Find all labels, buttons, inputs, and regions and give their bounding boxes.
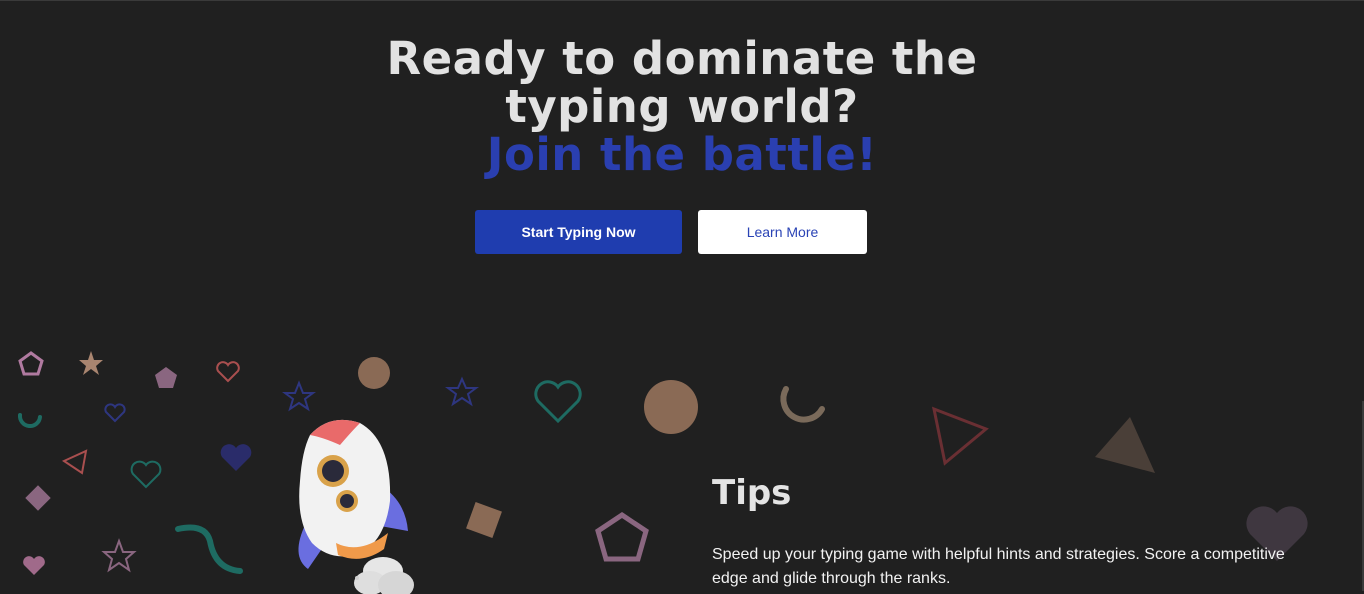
heart-icon: [23, 556, 45, 575]
tips-title: Tips: [712, 473, 792, 513]
pentagon-icon: [18, 351, 44, 376]
triangle-icon: [1095, 417, 1155, 473]
pentagon-icon: [155, 367, 177, 388]
circle-icon: [644, 380, 698, 434]
heart-icon: [130, 460, 162, 489]
circle-icon: [358, 357, 390, 389]
tips-body: Speed up your typing game with helpful h…: [712, 546, 1285, 587]
heart-icon: [220, 444, 252, 471]
pentagon-icon: [595, 511, 649, 562]
tips-section: Tips Speed up your typing game with help…: [712, 471, 1312, 591]
arc-icon: [780, 386, 825, 423]
rocket-illustration: [298, 419, 414, 594]
star-icon: [101, 538, 137, 573]
hero-accent: Join the battle!: [486, 128, 878, 181]
hero-line-2: typing world?: [505, 80, 859, 133]
triangle-icon: [931, 406, 989, 466]
cta-row: Start Typing Now Learn More: [0, 210, 1364, 254]
heart-icon: [534, 380, 582, 424]
hero-heading: Ready to dominate the typing world? Join…: [0, 35, 1364, 179]
learn-more-button[interactable]: Learn More: [698, 210, 867, 254]
landing-page: Ready to dominate the typing world? Join…: [0, 0, 1364, 594]
heart-icon: [104, 403, 126, 423]
star-icon: [445, 376, 479, 407]
star-icon: [282, 380, 316, 412]
square-icon: [466, 502, 502, 538]
diamond-icon: [25, 485, 51, 511]
hero-line-1: Ready to dominate the: [386, 32, 978, 85]
heart-icon: [216, 361, 240, 383]
squiggle-icon: [175, 524, 243, 574]
start-typing-button[interactable]: Start Typing Now: [475, 210, 682, 254]
star-icon: [79, 351, 103, 375]
arc-icon: [17, 413, 42, 428]
triangle-icon: [61, 449, 88, 475]
